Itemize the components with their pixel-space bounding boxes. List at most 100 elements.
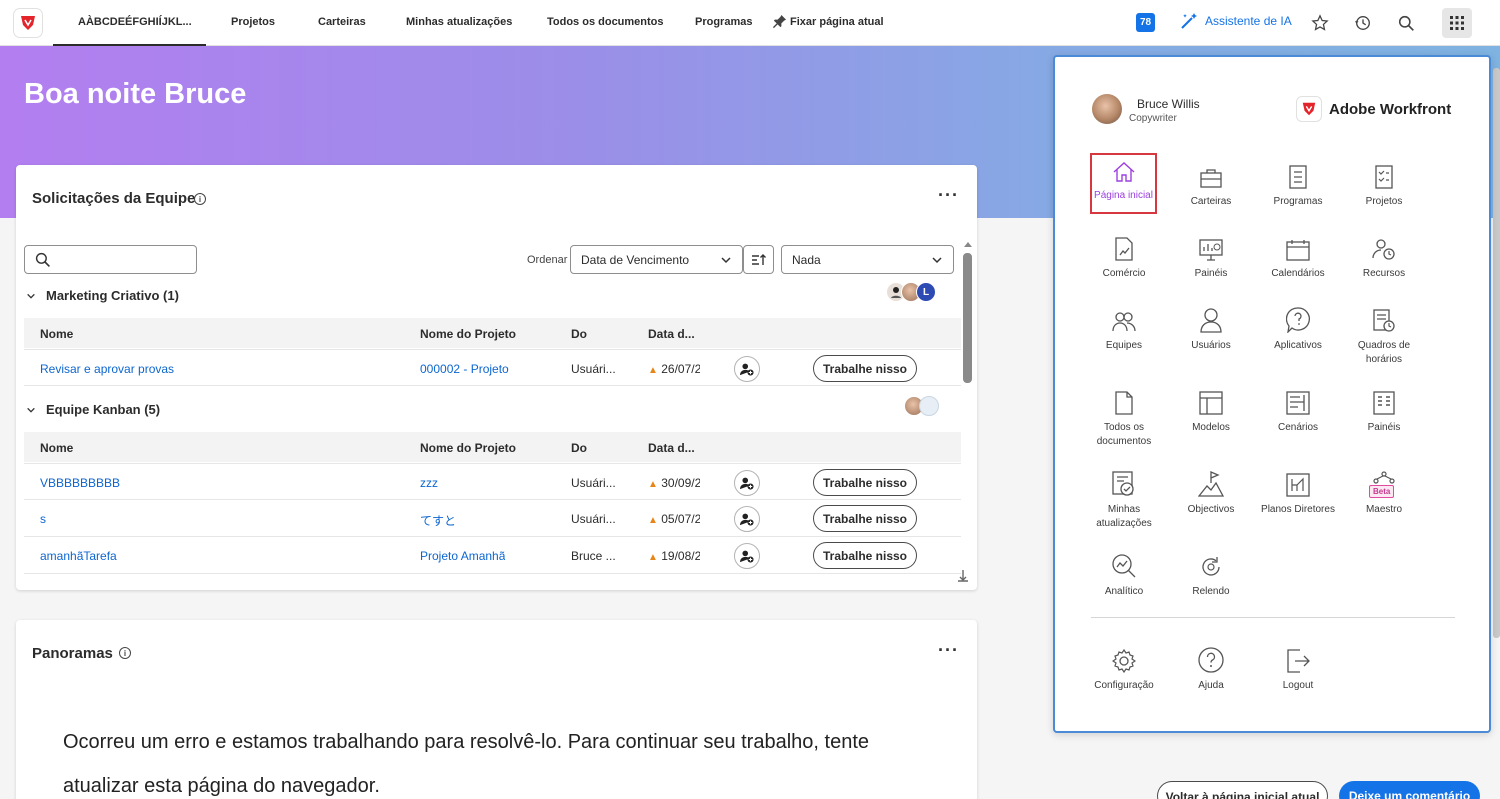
tile-programs[interactable]: Programas xyxy=(1257,161,1339,209)
assign-user-button[interactable] xyxy=(734,506,760,532)
sort-label: Ordenar xyxy=(527,254,568,266)
more-options-icon[interactable]: ··· xyxy=(938,185,959,206)
column-header-from[interactable]: Do xyxy=(571,441,587,455)
page-scrollbar[interactable] xyxy=(1493,68,1500,638)
table-scrollbar[interactable] xyxy=(963,253,972,383)
tile-master-plans[interactable]: Planos Diretores xyxy=(1257,469,1339,517)
nav-tab-my-updates[interactable]: Minhas atualizações xyxy=(406,16,512,28)
tile-teams[interactable]: Equipes xyxy=(1083,305,1165,353)
work-on-it-button[interactable]: Trabalhe nisso xyxy=(813,505,917,532)
tile-calendars[interactable]: Calendários xyxy=(1257,233,1339,281)
tile-help[interactable]: Ajuda xyxy=(1170,645,1252,693)
tile-dashboards[interactable]: Painéis xyxy=(1170,233,1252,281)
column-header-name[interactable]: Nome xyxy=(40,441,73,455)
tile-maestro[interactable]: Beta Maestro xyxy=(1343,469,1425,517)
tile-logout[interactable]: Logout xyxy=(1257,645,1339,693)
tile-my-updates[interactable]: Minhas atualizações xyxy=(1083,469,1165,531)
tile-resources[interactable]: Recursos xyxy=(1343,233,1425,281)
group-title: Equipe Kanban (5) xyxy=(46,402,161,417)
tile-users[interactable]: Usuários xyxy=(1170,305,1252,353)
nav-tab-workspace[interactable]: AÀBCDEÉFGHIÍJKL... xyxy=(78,16,192,28)
nav-tab-programs[interactable]: Programas xyxy=(695,16,752,28)
back-to-home-button[interactable]: Voltar à página inicial atual xyxy=(1157,781,1328,799)
work-on-it-button[interactable]: Trabalhe nisso xyxy=(813,355,917,382)
task-link[interactable]: amanhãTarefa xyxy=(40,549,117,563)
project-link[interactable]: Projeto Amanhã xyxy=(420,549,505,563)
sort-direction-button[interactable] xyxy=(743,245,774,274)
help-icon xyxy=(1170,645,1252,673)
brand: Adobe Workfront xyxy=(1296,96,1451,122)
tile-goals[interactable]: Objectivos xyxy=(1170,469,1252,517)
more-options-icon[interactable]: ··· xyxy=(938,640,959,661)
leave-comment-button[interactable]: Deixe um comentário xyxy=(1339,781,1480,799)
column-header-project[interactable]: Nome do Projeto xyxy=(420,441,516,455)
project-link[interactable]: zzz xyxy=(420,476,438,490)
tile-templates[interactable]: Modelos xyxy=(1170,387,1252,435)
tile-scenarios[interactable]: Cenários xyxy=(1257,387,1339,435)
reload-icon xyxy=(1170,551,1252,579)
tile-analytics[interactable]: Analítico xyxy=(1083,551,1165,599)
add-user-icon xyxy=(740,363,754,376)
project-link[interactable]: てすと xyxy=(420,512,456,529)
resize-handle-icon[interactable] xyxy=(956,569,970,583)
tile-commerce[interactable]: Comércio xyxy=(1083,233,1165,281)
work-on-it-button[interactable]: Trabalhe nisso xyxy=(813,469,917,496)
tile-reload[interactable]: Relendo xyxy=(1170,551,1252,599)
filter-select-value: Nada xyxy=(792,253,821,267)
tile-apps[interactable]: Aplicativos xyxy=(1257,305,1339,353)
assign-user-button[interactable] xyxy=(734,470,760,496)
assign-user-button[interactable] xyxy=(734,543,760,569)
filter-select[interactable]: Nada xyxy=(781,245,954,274)
task-link[interactable]: Revisar e aprovar provas xyxy=(40,362,174,376)
column-header-project[interactable]: Nome do Projeto xyxy=(420,327,516,341)
project-link[interactable]: 000002 - Projeto xyxy=(420,362,509,376)
sort-select[interactable]: Data de Vencimento xyxy=(570,245,743,274)
avatar[interactable] xyxy=(1092,94,1122,124)
info-icon[interactable]: i xyxy=(119,647,131,659)
task-link[interactable]: VBBBBBBBBB xyxy=(40,476,120,490)
tile-all-documents[interactable]: Todos os documentos xyxy=(1083,387,1165,449)
search-input[interactable] xyxy=(24,245,197,274)
nav-tab-all-documents[interactable]: Todos os documentos xyxy=(547,16,664,28)
column-header-date[interactable]: Data d... xyxy=(648,327,695,341)
scroll-up-icon[interactable] xyxy=(964,241,972,247)
sort-select-value: Data de Vencimento xyxy=(581,253,690,267)
task-link[interactable]: s xyxy=(40,512,46,526)
workfront-logo-button[interactable] xyxy=(13,7,43,38)
assign-user-button[interactable] xyxy=(734,356,760,382)
table-row[interactable]: s てすと Usuári... ▲ 05/07/2 Trabalhe nisso xyxy=(24,500,961,537)
recent-history-icon[interactable] xyxy=(1353,13,1373,33)
ai-assistant-button[interactable]: Assistente de IA xyxy=(1180,12,1292,30)
nav-tab-projects[interactable]: Projetos xyxy=(231,16,275,28)
table-row[interactable]: amanhãTarefa Projeto Amanhã Bruce ... ▲ … xyxy=(24,537,961,574)
column-header-from[interactable]: Do xyxy=(571,327,587,341)
tile-timesheets[interactable]: Quadros de horários xyxy=(1343,305,1425,367)
app-launcher-button[interactable] xyxy=(1442,8,1472,38)
tile-label: Aplicativos xyxy=(1274,340,1322,351)
resources-icon xyxy=(1343,233,1425,261)
work-on-it-button[interactable]: Trabalhe nisso xyxy=(813,542,917,569)
favorite-star-icon[interactable] xyxy=(1310,13,1330,33)
table-row[interactable]: VBBBBBBBBB zzz Usuári... ▲ 30/09/2 Traba… xyxy=(24,463,961,500)
info-icon[interactable]: i xyxy=(194,193,206,205)
tile-label: Cenários xyxy=(1277,422,1319,433)
warning-icon: ▲ xyxy=(648,479,658,490)
table-row-partial[interactable] xyxy=(24,574,961,590)
tile-portfolios[interactable]: Carteiras xyxy=(1170,161,1252,209)
column-header-name[interactable]: Nome xyxy=(40,327,73,341)
tile-settings[interactable]: Configuração xyxy=(1083,645,1165,693)
nav-tab-portfolios[interactable]: Carteiras xyxy=(318,16,366,28)
tile-boards[interactable]: Painéis xyxy=(1343,387,1425,435)
group-header[interactable]: Marketing Criativo (1) xyxy=(26,288,179,303)
notification-badge[interactable]: 78 xyxy=(1136,13,1155,32)
group-header[interactable]: Equipe Kanban (5) xyxy=(26,402,160,417)
column-header-date[interactable]: Data d... xyxy=(648,441,695,455)
program-icon xyxy=(1257,161,1339,189)
pin-page-button[interactable]: Fixar página atual xyxy=(772,14,884,29)
tile-home[interactable]: Página inicial xyxy=(1090,153,1157,214)
user-name[interactable]: Bruce Willis xyxy=(1137,97,1200,111)
tile-projects[interactable]: Projetos xyxy=(1343,161,1425,209)
table-row[interactable]: Revisar e aprovar provas 000002 - Projet… xyxy=(24,349,961,386)
due-date-value: 19/08/2 xyxy=(661,549,700,563)
search-icon[interactable] xyxy=(1396,13,1416,33)
